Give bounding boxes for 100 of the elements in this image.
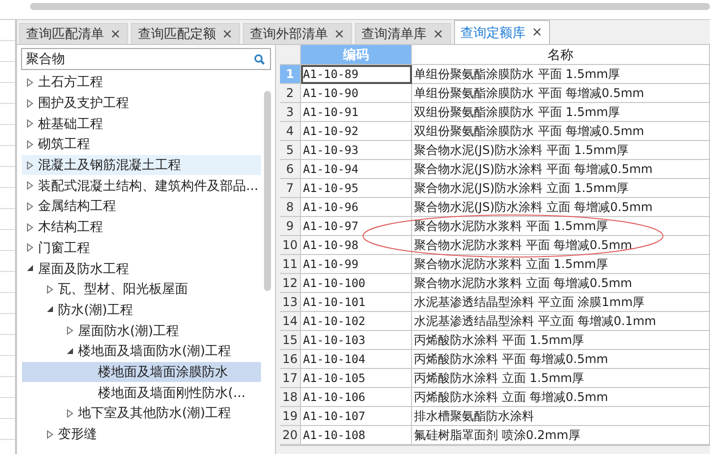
collapsed-triangle-icon[interactable] — [26, 78, 34, 87]
tree-item[interactable]: 金属结构工程 — [22, 196, 261, 217]
table-cell: A1-10-107 — [301, 407, 412, 426]
collapsed-triangle-icon[interactable] — [46, 284, 54, 294]
collapsed-triangle-icon[interactable] — [26, 202, 34, 211]
tree-item[interactable]: 屋面及防水工程 — [22, 258, 261, 279]
tab[interactable]: 查询定额库 × — [454, 20, 550, 44]
close-icon[interactable]: × — [222, 26, 233, 42]
tree-item[interactable]: 变形缝 — [22, 424, 261, 444]
table-cell: 双组份聚氨酯涂膜防水 平面 1.5mm厚 — [412, 103, 710, 122]
table-cell: 水泥基渗透结晶型涂料 平立面 涂膜1mm厚 — [412, 293, 710, 312]
tree-item[interactable]: 桩基础工程 — [22, 113, 261, 134]
expanded-triangle-icon[interactable] — [66, 346, 74, 356]
tab-label: 查询清单库 — [362, 26, 427, 43]
row-number[interactable]: 3 — [280, 103, 301, 122]
tab[interactable]: 查询匹配定额 × — [130, 23, 240, 44]
row-number[interactable]: 11 — [280, 255, 301, 274]
table-cell: 聚合物水泥(JS)防水涂料 平面 每增减0.5mm — [412, 160, 710, 180]
row-number[interactable]: 6 — [280, 160, 301, 180]
collapsed-triangle-icon[interactable] — [46, 430, 54, 439]
table-cell: 丙烯酸防水涂料 立面 每增减0.5mm — [412, 388, 710, 408]
table-cell: 单组份聚氨酯涂膜防水 平面 每增减0.5mm — [412, 84, 710, 104]
scrollbar[interactable] — [264, 91, 271, 291]
table-cell: A1-10-100 — [301, 274, 412, 294]
table-cell: 聚合物水泥防水浆料 平面 每增减0.5mm — [412, 236, 710, 256]
expanded-triangle-icon[interactable] — [46, 305, 54, 314]
tree-item[interactable]: 混凝土及钢筋混凝土工程 — [22, 154, 261, 176]
table-cell: A1-10-92 — [301, 122, 412, 142]
table-cell: A1-10-94 — [301, 160, 412, 180]
table-cell: 丙烯酸防水涂料 平面 每增减0.5mm — [412, 350, 710, 370]
tree-item[interactable]: 屋面防水(潮)工程 — [22, 320, 261, 341]
collapsed-triangle-icon[interactable] — [26, 160, 34, 170]
table-cell: A1-10-97 — [301, 217, 412, 236]
row-number[interactable]: 8 — [280, 198, 301, 218]
tree-item[interactable]: 楼地面及墙面涂膜防水 — [22, 362, 261, 382]
table-cell: 聚合物水泥防水浆料 平面 1.5mm厚 — [412, 217, 710, 236]
tree-item[interactable]: 瓦、型材、阳光板屋面 — [22, 278, 261, 300]
expanded-triangle-icon[interactable] — [26, 264, 34, 274]
table-cell: A1-10-106 — [301, 388, 412, 408]
tree-item[interactable]: 木结构工程 — [22, 216, 261, 238]
table-cell: 双组份聚氨酯涂膜防水 平面 每增减0.5mm — [412, 122, 710, 142]
table-cell: A1-10-101 — [301, 293, 412, 312]
tab-label: 查询外部清单 — [250, 26, 328, 43]
close-icon[interactable]: × — [110, 26, 121, 42]
row-number[interactable]: 19 — [280, 407, 301, 426]
row-number[interactable]: 17 — [280, 369, 301, 388]
row-number[interactable]: 12 — [280, 274, 301, 294]
row-number[interactable]: 5 — [280, 141, 301, 160]
tree-item[interactable]: 楼地面及墙面刚性防水(... — [22, 382, 261, 403]
row-number[interactable]: 4 — [280, 122, 301, 142]
row-number[interactable]: 9 — [280, 217, 301, 236]
collapsed-triangle-icon[interactable] — [26, 222, 34, 232]
tree-item[interactable]: 楼地面及墙面防水(潮)工程 — [22, 340, 261, 362]
table-cell: A1-10-96 — [301, 198, 412, 218]
table-cell: 聚合物水泥防水浆料 立面 1.5mm厚 — [412, 255, 710, 274]
collapsed-triangle-icon[interactable] — [26, 119, 34, 128]
collapsed-triangle-icon[interactable] — [26, 181, 34, 190]
collapsed-triangle-icon[interactable] — [26, 243, 34, 252]
row-number[interactable]: 16 — [280, 350, 301, 370]
tree-item[interactable]: 装配式混凝土结构、建筑构件及部品... — [22, 175, 261, 196]
row-number[interactable]: 2 — [280, 84, 301, 104]
row-number[interactable]: 14 — [280, 312, 301, 332]
close-icon[interactable]: × — [432, 26, 444, 42]
table-cell: 排水槽聚氨酯防水涂料 — [412, 407, 710, 426]
column-header[interactable]: 名称 — [412, 45, 710, 66]
table-cell: 聚合物水泥防水浆料 立面 每增减0.5mm — [412, 274, 710, 294]
row-number[interactable]: 20 — [280, 426, 301, 446]
tab-label: 查询匹配清单 — [26, 26, 104, 43]
row-number[interactable]: 15 — [280, 331, 301, 350]
table-cell: A1-10-99 — [301, 255, 412, 274]
tab-label: 查询匹配定额 — [138, 26, 216, 43]
table-cell: 单组份聚氨酯涂膜防水 平面 1.5mm厚 — [412, 65, 710, 84]
table-cell: A1-10-95 — [301, 179, 412, 198]
search-field[interactable]: 聚合物 — [21, 48, 271, 70]
table-cell: A1-10-105 — [301, 369, 412, 388]
table-cell: A1-10-90 — [301, 84, 412, 104]
row-number[interactable]: 7 — [280, 179, 301, 198]
table-cell: A1-10-104 — [301, 350, 412, 370]
row-number[interactable]: 18 — [280, 388, 301, 408]
row-number[interactable]: 10 — [280, 236, 301, 256]
table-cell: 丙烯酸防水涂料 立面 1.5mm厚 — [412, 369, 710, 388]
collapsed-triangle-icon[interactable] — [66, 408, 74, 418]
tree-item[interactable]: 土石方工程 — [22, 72, 261, 93]
tree-item[interactable]: 防水(潮)工程 — [22, 300, 261, 320]
row-number[interactable]: 13 — [280, 293, 301, 312]
close-icon[interactable]: × — [334, 26, 345, 42]
tree-item[interactable]: 地下室及其他防水(潮)工程 — [22, 403, 261, 424]
tab[interactable]: 查询清单库 × — [354, 23, 451, 44]
tree-item[interactable]: 围护及支护工程 — [22, 92, 261, 114]
collapsed-triangle-icon[interactable] — [26, 140, 34, 149]
scrollbar[interactable] — [30, 3, 710, 10]
table-cell: A1-10-91 — [301, 103, 412, 122]
collapsed-triangle-icon[interactable] — [66, 326, 74, 336]
search-icon[interactable] — [254, 54, 265, 65]
tree-item[interactable]: 砌筑工程 — [22, 134, 261, 155]
tab[interactable]: 查询外部清单 × — [242, 23, 352, 44]
collapsed-triangle-icon[interactable] — [26, 98, 34, 108]
tab[interactable]: 查询匹配清单 × — [19, 23, 128, 44]
close-icon[interactable]: × — [532, 25, 543, 40]
tree-item[interactable]: 门窗工程 — [22, 238, 261, 258]
